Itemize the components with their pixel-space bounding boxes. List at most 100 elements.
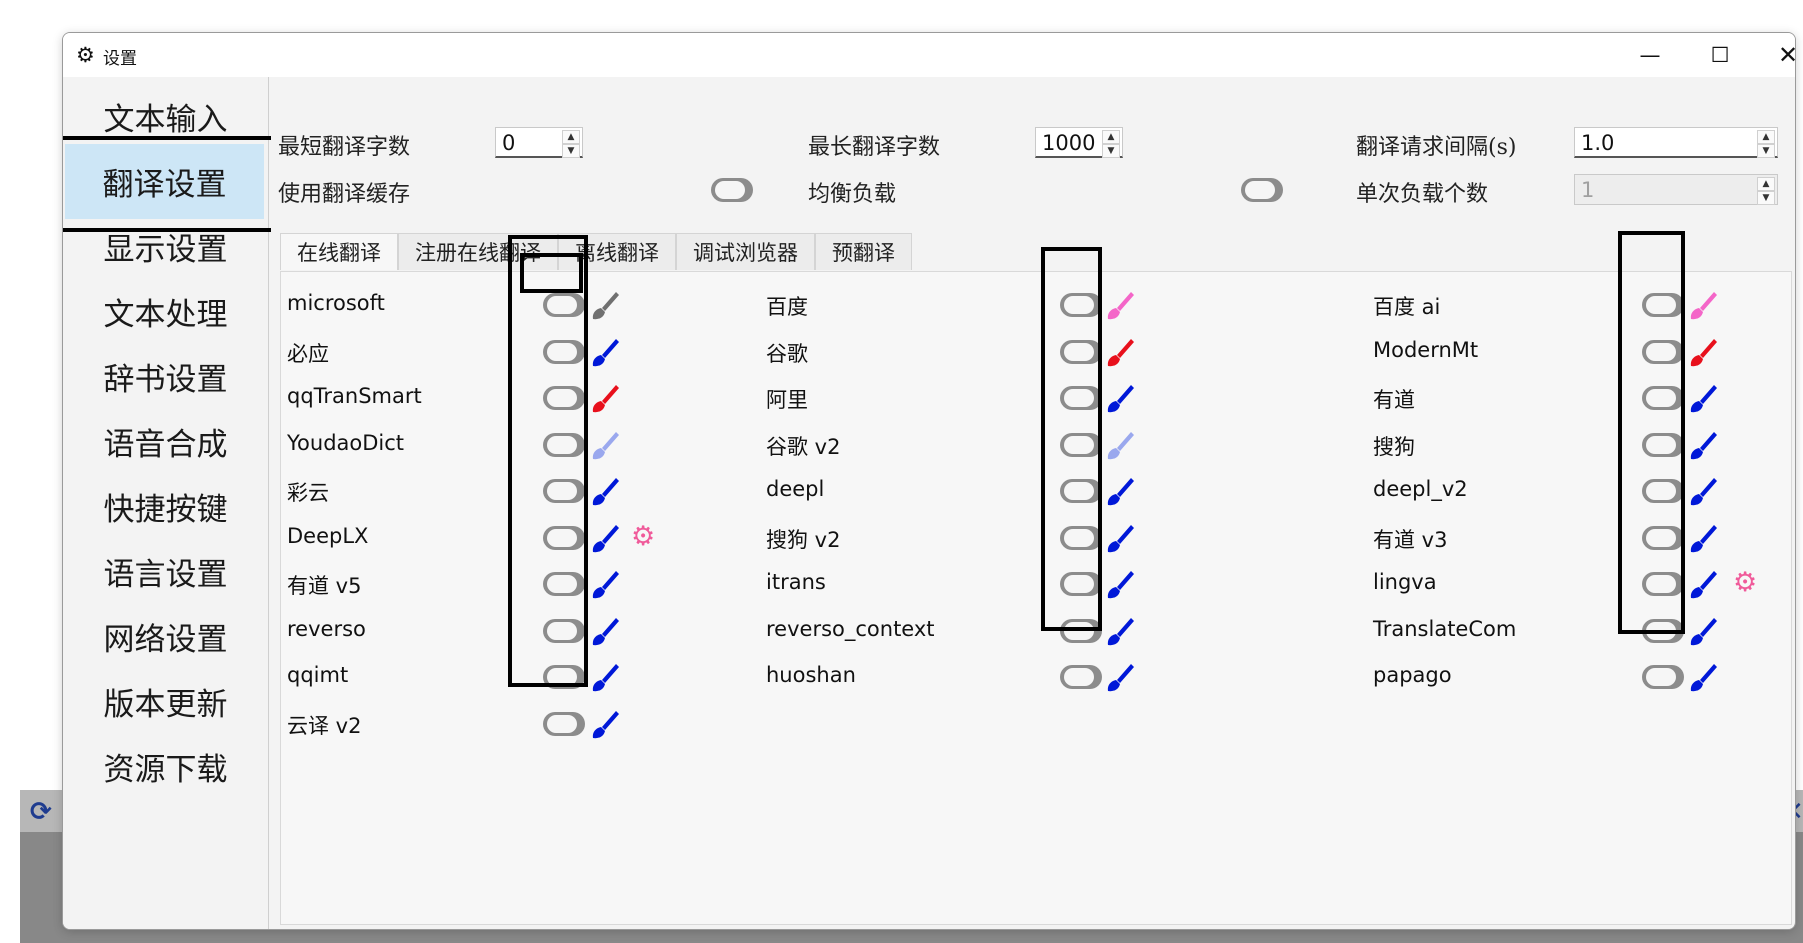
- translator-name: TranslateCom: [1373, 617, 1517, 641]
- color-brush-icon[interactable]: [589, 289, 621, 321]
- color-brush-icon[interactable]: [589, 522, 621, 554]
- translator-name: reverso_context: [766, 617, 935, 641]
- color-brush-icon[interactable]: [589, 568, 621, 600]
- translator-toggle[interactable]: [543, 712, 585, 736]
- color-brush-icon[interactable]: [1687, 289, 1719, 321]
- interval-spinbox[interactable]: 1.0 ▲ ▼: [1574, 127, 1778, 158]
- per-load-label: 单次负载个数: [1356, 182, 1489, 207]
- color-brush-icon[interactable]: [1687, 336, 1719, 368]
- color-brush-icon[interactable]: [589, 475, 621, 507]
- settings-gear-icon[interactable]: ⚙: [1733, 567, 1757, 598]
- color-brush-icon[interactable]: [1687, 522, 1719, 554]
- per-load-value: 1: [1581, 178, 1595, 202]
- translator-name: 搜狗: [1373, 435, 1415, 459]
- close-button[interactable]: ✕: [1753, 33, 1795, 77]
- sidebar-item-text-processing[interactable]: 文本处理: [63, 274, 268, 349]
- settings-window: ⚙ 设置 — ☐ ✕ 文本输入 翻译设置 显示设置 文本处理 辞书设置 语音合成…: [62, 32, 1796, 930]
- sidebar-item-hotkeys[interactable]: 快捷按键: [63, 469, 268, 544]
- translator-name: papago: [1373, 663, 1452, 687]
- color-brush-icon[interactable]: [589, 661, 621, 693]
- min-chars-spinbox[interactable]: 0 ▲ ▼: [495, 127, 583, 158]
- min-chars-value: 0: [502, 131, 516, 155]
- translator-name: 云译 v2: [287, 714, 362, 738]
- max-chars-spinbox[interactable]: 1000 ▲ ▼: [1035, 127, 1123, 158]
- translator-name: 谷歌 v2: [766, 435, 841, 459]
- tab-bar: 在线翻译 注册在线翻译 离线翻译 调试浏览器 预翻译: [280, 233, 912, 271]
- minimize-button[interactable]: —: [1615, 33, 1685, 77]
- color-brush-icon[interactable]: [1687, 382, 1719, 414]
- highlight-box-col1: [508, 235, 588, 687]
- tab-pre-translation[interactable]: 预翻译: [815, 233, 912, 270]
- sidebar-item-speech-synthesis[interactable]: 语音合成: [63, 404, 268, 479]
- tab-online-translation[interactable]: 在线翻译: [280, 233, 398, 270]
- translator-name: 百度 ai: [1373, 295, 1441, 319]
- balance-toggle[interactable]: [1241, 178, 1283, 202]
- highlight-box-microsoft: [520, 253, 583, 293]
- color-brush-icon[interactable]: [1687, 661, 1719, 693]
- translator-name: ModernMt: [1373, 338, 1479, 362]
- color-brush-icon[interactable]: [589, 615, 621, 647]
- maximize-button[interactable]: ☐: [1685, 33, 1755, 77]
- spin-up-icon[interactable]: ▲: [562, 130, 580, 144]
- translator-name: 有道 v3: [1373, 528, 1448, 552]
- color-brush-icon[interactable]: [1104, 522, 1136, 554]
- title-bar: ⚙ 设置 — ☐ ✕: [63, 33, 1795, 77]
- color-brush-icon[interactable]: [1104, 429, 1136, 461]
- balance-label: 均衡负载: [808, 182, 897, 207]
- translator-name: reverso: [287, 617, 366, 641]
- sidebar-item-language-settings[interactable]: 语言设置: [63, 534, 268, 609]
- translator-toggle[interactable]: [1060, 665, 1102, 689]
- highlight-box-col3: [1618, 231, 1685, 634]
- sidebar-item-resource-download[interactable]: 资源下载: [63, 729, 268, 804]
- translator-name: deepl_v2: [1373, 477, 1468, 501]
- max-chars-value: 1000: [1042, 131, 1096, 155]
- translator-name: 必应: [287, 342, 329, 366]
- translator-name: microsoft: [287, 291, 385, 315]
- sidebar-item-network-settings[interactable]: 网络设置: [63, 599, 268, 674]
- per-load-spinbox: 1 ▲ ▼: [1574, 174, 1778, 205]
- window-title: 设置: [103, 49, 137, 69]
- spin-up-icon[interactable]: ▲: [1757, 130, 1775, 144]
- settings-content: 最短翻译字数 0 ▲ ▼ 最长翻译字数 1000 ▲ ▼ 翻译请求间隔(s) 1.0…: [271, 77, 1794, 929]
- color-brush-icon[interactable]: [1687, 475, 1719, 507]
- color-brush-icon[interactable]: [1104, 568, 1136, 600]
- color-brush-icon[interactable]: [1104, 475, 1136, 507]
- spin-down-icon[interactable]: ▼: [1757, 144, 1775, 158]
- color-brush-icon[interactable]: [589, 336, 621, 368]
- color-brush-icon[interactable]: [1104, 661, 1136, 693]
- interval-label: 翻译请求间隔(s): [1356, 135, 1517, 160]
- translator-name: huoshan: [766, 663, 856, 687]
- translator-name: 搜狗 v2: [766, 528, 841, 552]
- translator-name: 有道: [1373, 388, 1415, 412]
- translator-name: deepl: [766, 477, 825, 501]
- online-translation-panel: [280, 271, 1792, 925]
- settings-gear-icon[interactable]: ⚙: [631, 521, 655, 552]
- translator-name: 百度: [766, 295, 808, 319]
- color-brush-icon[interactable]: [1687, 615, 1719, 647]
- color-brush-icon[interactable]: [1104, 289, 1136, 321]
- translator-name: lingva: [1373, 570, 1437, 594]
- color-brush-icon[interactable]: [1687, 429, 1719, 461]
- translator-name: 有道 v5: [287, 574, 362, 598]
- min-chars-label: 最短翻译字数: [278, 135, 411, 160]
- color-brush-icon[interactable]: [1104, 336, 1136, 368]
- translator-name: 谷歌: [766, 342, 808, 366]
- color-brush-icon[interactable]: [1104, 615, 1136, 647]
- highlight-box-sidebar: [63, 136, 276, 232]
- color-brush-icon[interactable]: [589, 429, 621, 461]
- cache-toggle[interactable]: [711, 178, 753, 202]
- color-brush-icon[interactable]: [1104, 382, 1136, 414]
- color-brush-icon[interactable]: [589, 708, 621, 740]
- tab-debug-browser[interactable]: 调试浏览器: [676, 233, 815, 270]
- spin-up-icon: ▲: [1757, 177, 1775, 191]
- translator-toggle[interactable]: [1642, 665, 1684, 689]
- color-brush-icon[interactable]: [1687, 568, 1719, 600]
- translator-name: YoudaoDict: [287, 431, 405, 455]
- sidebar-item-version-update[interactable]: 版本更新: [63, 664, 268, 739]
- spin-down-icon[interactable]: ▼: [1102, 144, 1120, 158]
- spin-up-icon[interactable]: ▲: [1102, 130, 1120, 144]
- cache-label: 使用翻译缓存: [278, 182, 411, 207]
- spin-down-icon[interactable]: ▼: [562, 144, 580, 158]
- color-brush-icon[interactable]: [589, 382, 621, 414]
- sidebar-item-dictionary-settings[interactable]: 辞书设置: [63, 339, 268, 414]
